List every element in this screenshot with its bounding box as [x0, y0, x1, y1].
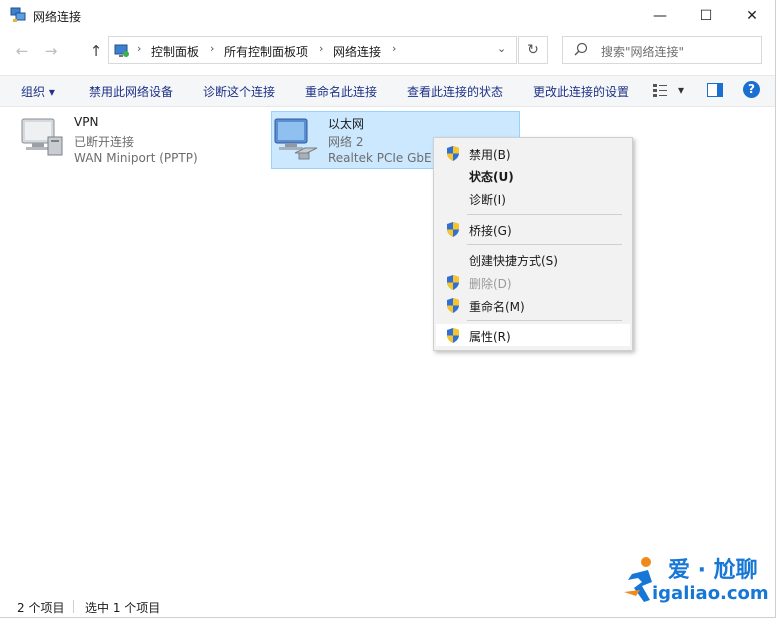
uac-shield-icon [447, 222, 459, 237]
uac-shield-icon [447, 146, 459, 161]
breadcrumb-all-items[interactable]: 所有控制面板项 [224, 43, 308, 60]
breadcrumb-separator: › [319, 42, 324, 55]
breadcrumb-network-connections[interactable]: 网络连接 [333, 43, 381, 60]
search-placeholder: 搜索"网络连接" [601, 45, 685, 59]
watermark-en-text: igaliao.com [652, 583, 769, 604]
forward-button[interactable]: → [43, 43, 59, 59]
address-dropdown-icon[interactable]: ⌄ [497, 42, 506, 55]
watermark-cn-text: 爱 · 尬聊 [668, 558, 758, 583]
uac-shield-icon [447, 275, 459, 290]
view-status-button[interactable]: 查看此连接的状态 [407, 83, 503, 100]
address-bar[interactable]: › 控制面板 › 所有控制面板项 › 网络连接 › ⌄ [108, 36, 517, 64]
menu-item-bridge[interactable]: 桥接(G) [436, 218, 630, 240]
menu-item-create-shortcut[interactable]: 创建快捷方式(S) [436, 248, 630, 270]
selected-count: 选中 1 个项目 [85, 601, 161, 615]
watermark-logo: 爱 · 尬聊 igaliao.com [620, 550, 778, 608]
connection-status: 网络 2 [328, 135, 364, 149]
organize-menu[interactable]: 组织 ▾ [21, 83, 55, 100]
breadcrumb-control-panel[interactable]: 控制面板 [151, 43, 199, 60]
search-input[interactable]: 搜索"网络连接" [562, 36, 762, 64]
title-bar: 网络连接 — ☐ ✕ [0, 0, 775, 32]
window-edge [776, 0, 783, 619]
menu-item-label: 桥接(G) [469, 224, 512, 238]
menu-item-label: 状态(U) [469, 170, 514, 184]
uac-shield-icon [447, 298, 459, 313]
menu-item-delete[interactable]: 删除(D) [436, 271, 630, 293]
diagnose-button[interactable]: 诊断这个连接 [203, 83, 275, 100]
menu-item-label: 属性(R) [469, 330, 511, 344]
menu-item-disable[interactable]: 禁用(B) [436, 142, 630, 164]
help-icon[interactable]: ? [743, 81, 760, 98]
up-button[interactable]: ↑ [88, 43, 104, 59]
breadcrumb-separator: › [137, 42, 142, 55]
rename-button[interactable]: 重命名此连接 [305, 83, 377, 100]
connection-item-vpn[interactable]: VPN 已断开连接 WAN Miniport (PPTP) [18, 113, 218, 169]
address-row: ← → ↑ › 控制面板 › 所有控制面板项 › 网络连接 › ⌄ ↻ 搜索"网… [0, 36, 775, 68]
menu-separator [467, 320, 622, 321]
close-button[interactable]: ✕ [729, 0, 775, 32]
menu-item-label: 删除(D) [469, 277, 512, 291]
menu-separator [467, 214, 622, 215]
connection-name: 以太网 [328, 117, 365, 131]
vpn-connection-icon [21, 118, 63, 156]
network-connections-icon [10, 7, 26, 22]
menu-item-label: 创建快捷方式(S) [469, 254, 558, 268]
change-settings-button[interactable]: 更改此连接的设置 [533, 83, 629, 100]
menu-item-label: 禁用(B) [469, 148, 511, 162]
breadcrumb-separator: › [210, 42, 215, 55]
disable-device-button[interactable]: 禁用此网络设备 [89, 83, 173, 100]
menu-item-status[interactable]: 状态(U) [436, 164, 630, 186]
breadcrumb-separator: › [392, 42, 397, 55]
view-options-icon[interactable] [653, 83, 667, 97]
search-icon [574, 42, 588, 56]
command-bar: 组织 ▾ 禁用此网络设备 诊断这个连接 重命名此连接 查看此连接的状态 更改此连… [0, 75, 775, 107]
connection-name: VPN [74, 115, 99, 129]
ethernet-connection-icon [274, 118, 318, 160]
menu-item-rename[interactable]: 重命名(M) [436, 294, 630, 316]
maximize-button[interactable]: ☐ [683, 0, 729, 32]
status-divider [73, 600, 74, 613]
menu-item-label: 重命名(M) [469, 300, 525, 314]
back-button[interactable]: ← [14, 43, 30, 59]
view-options-dropdown[interactable]: ▾ [678, 83, 684, 97]
connection-status: 已断开连接 [74, 135, 135, 149]
control-panel-icon [114, 44, 129, 57]
context-menu: 禁用(B) 状态(U) 诊断(I) 桥接(G) 创建快捷方式(S) 删除(D) … [433, 137, 633, 351]
menu-item-label: 诊断(I) [469, 193, 506, 207]
window-title: 网络连接 [33, 10, 82, 24]
menu-item-properties[interactable]: 属性(R) [436, 324, 630, 346]
minimize-button[interactable]: — [637, 0, 683, 32]
item-count: 2 个项目 [17, 601, 65, 615]
refresh-button[interactable]: ↻ [518, 36, 548, 64]
menu-separator [467, 244, 622, 245]
menu-item-diagnose[interactable]: 诊断(I) [436, 187, 630, 209]
connection-device: Realtek PCIe GbE [328, 151, 432, 165]
uac-shield-icon [447, 328, 459, 343]
connection-device: WAN Miniport (PPTP) [74, 151, 198, 165]
preview-pane-icon[interactable] [707, 83, 723, 97]
explorer-window: 网络连接 — ☐ ✕ ← → ↑ › 控制面板 › 所有控制面板项 › 网络连接… [0, 0, 776, 618]
